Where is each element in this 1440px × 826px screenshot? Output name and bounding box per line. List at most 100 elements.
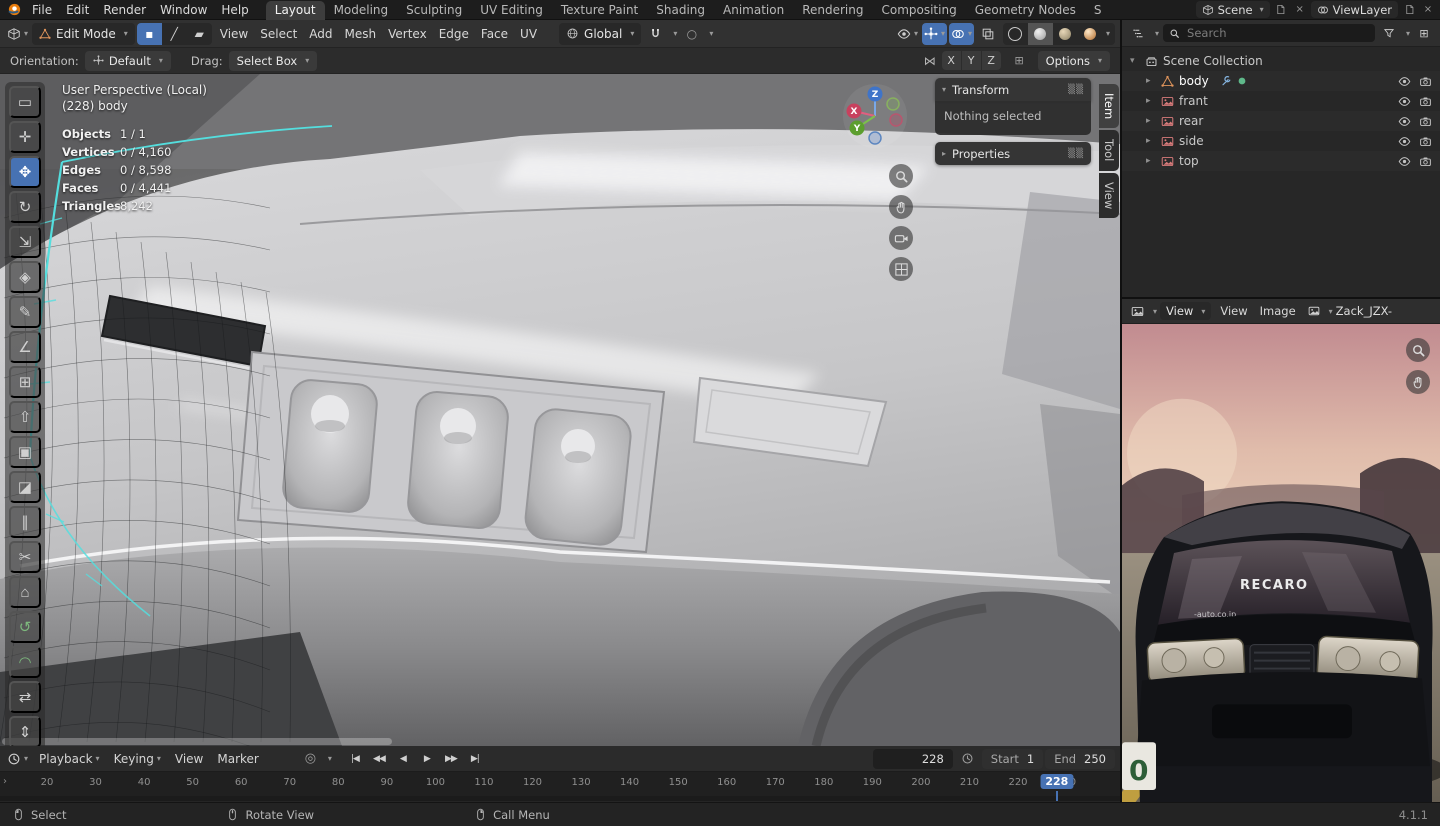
ortho-toggle-button[interactable] bbox=[889, 257, 913, 281]
auto-keyframe-button[interactable]: ◎ bbox=[298, 748, 323, 770]
image-editor-menu-item[interactable]: View bbox=[1214, 299, 1253, 323]
inset-faces-tool[interactable]: ▣ bbox=[9, 436, 41, 468]
prev-keyframe-button[interactable]: ◀◀ bbox=[368, 749, 390, 769]
play-reverse-button[interactable]: ◀ bbox=[392, 749, 414, 769]
timeline-editor-type-button[interactable]: ▾ bbox=[5, 748, 30, 770]
drag-dropdown[interactable]: Select Box ▾ bbox=[228, 50, 318, 71]
snap-symmetry-button[interactable]: ⊞ bbox=[1007, 50, 1032, 72]
annotate-tool[interactable]: ✎ bbox=[9, 296, 41, 328]
topbar-menu-item[interactable]: File bbox=[25, 0, 59, 20]
outliner-object-row[interactable]: ▸ side bbox=[1122, 131, 1440, 151]
pan-button[interactable] bbox=[889, 195, 913, 219]
viewport-menu-item[interactable]: Mesh bbox=[339, 20, 383, 48]
workspace-tab[interactable]: Compositing bbox=[872, 1, 965, 20]
wireframe-shading-button[interactable] bbox=[1003, 23, 1028, 45]
shrink-fatten-tool[interactable]: ⇕ bbox=[9, 716, 41, 748]
outliner-object-row[interactable]: ▸ frant bbox=[1122, 91, 1440, 111]
viewport-menu-item[interactable]: Edge bbox=[433, 20, 475, 48]
workspace-tab[interactable]: S bbox=[1085, 1, 1111, 20]
hide-viewport-eye-icon[interactable] bbox=[1398, 115, 1411, 128]
viewport-menu-item[interactable]: Face bbox=[475, 20, 514, 48]
workspace-tab[interactable]: Geometry Nodes bbox=[966, 1, 1085, 20]
use-preview-range-button[interactable] bbox=[955, 748, 980, 770]
workspace-tab[interactable]: Texture Paint bbox=[552, 1, 647, 20]
show-overlays-button[interactable]: ▾ bbox=[948, 22, 974, 45]
move-tool[interactable]: ✥ bbox=[9, 156, 41, 188]
timeline-menu-item[interactable]: Keying ▾ bbox=[107, 746, 168, 772]
new-collection-button[interactable]: ⊞ bbox=[1414, 22, 1434, 44]
vertex-select-button[interactable]: ▪ bbox=[136, 22, 162, 45]
reference-image-view[interactable]: RECARO -auto.co.jp 0 bbox=[1122, 324, 1440, 804]
disable-render-camera-icon[interactable] bbox=[1419, 135, 1432, 148]
playhead-line[interactable] bbox=[1055, 791, 1058, 801]
cursor-tool[interactable]: ✛ bbox=[9, 121, 41, 153]
outliner-object-row[interactable]: ▸ body bbox=[1122, 71, 1440, 91]
blender-logo-icon[interactable] bbox=[7, 2, 22, 17]
scale-tool[interactable]: ⇲ bbox=[9, 226, 41, 258]
gizmo-minus-x[interactable] bbox=[889, 113, 903, 127]
topbar-menu-item[interactable]: Window bbox=[153, 0, 214, 20]
editor-type-button[interactable]: ▾ bbox=[5, 23, 30, 45]
bevel-tool[interactable]: ◪ bbox=[9, 471, 41, 503]
search-input[interactable] bbox=[1185, 25, 1369, 41]
shading-options-caret[interactable]: ▾ bbox=[1106, 29, 1115, 38]
disable-render-camera-icon[interactable] bbox=[1419, 75, 1432, 88]
viewport-menu-item[interactable]: Add bbox=[303, 20, 338, 48]
extrude-region-tool[interactable]: ⇧ bbox=[9, 401, 41, 433]
rotate-tool[interactable]: ↻ bbox=[9, 191, 41, 223]
scene-collection-row[interactable]: ▾ Scene Collection bbox=[1122, 51, 1440, 71]
image-zoom-button[interactable] bbox=[1406, 338, 1430, 362]
outliner-object-row[interactable]: ▸ top bbox=[1122, 151, 1440, 171]
viewlayer-selector[interactable]: ViewLayer bbox=[1310, 1, 1398, 18]
timeline-menu-item[interactable]: Playback ▾ bbox=[32, 746, 107, 772]
hide-viewport-eye-icon[interactable] bbox=[1398, 95, 1411, 108]
workspace-tab[interactable]: Sculpting bbox=[397, 1, 471, 20]
new-scene-button[interactable] bbox=[1273, 2, 1289, 18]
material-shading-button[interactable] bbox=[1053, 23, 1078, 45]
properties-panel-header[interactable]: ▸ Properties ▒▒ bbox=[935, 142, 1091, 165]
snap-toggle-button[interactable] bbox=[643, 23, 668, 45]
n-panel-tab[interactable]: Tool bbox=[1099, 130, 1119, 171]
disable-render-camera-icon[interactable] bbox=[1419, 155, 1432, 168]
gizmo-x-axis[interactable]: X bbox=[851, 107, 858, 117]
panel-grip-icon[interactable]: ▒▒ bbox=[1068, 149, 1084, 159]
transform-orientation-dropdown[interactable]: Global ▾ bbox=[559, 22, 642, 45]
play-button[interactable]: ▶ bbox=[416, 749, 438, 769]
object-visibility-button[interactable]: ▾ bbox=[895, 23, 920, 45]
image-datablock-icon[interactable] bbox=[1305, 300, 1323, 322]
start-frame-field[interactable]: Start 1 bbox=[981, 748, 1044, 769]
jump-end-button[interactable]: ▶| bbox=[464, 749, 486, 769]
disable-render-camera-icon[interactable] bbox=[1419, 95, 1432, 108]
topbar-menu-item[interactable]: Render bbox=[96, 0, 153, 20]
timeline-expand-arrow[interactable]: › bbox=[3, 776, 7, 787]
workspace-tab[interactable]: Modeling bbox=[325, 1, 398, 20]
hide-viewport-eye-icon[interactable] bbox=[1398, 135, 1411, 148]
end-frame-field[interactable]: End 250 bbox=[1045, 748, 1115, 769]
viewport-menu-item[interactable]: View bbox=[214, 20, 254, 48]
hide-viewport-eye-icon[interactable] bbox=[1398, 155, 1411, 168]
new-viewlayer-button[interactable] bbox=[1401, 2, 1417, 18]
viewport-menu-item[interactable]: UV bbox=[514, 20, 543, 48]
poly-build-tool[interactable]: ⌂ bbox=[9, 576, 41, 608]
face-select-button[interactable]: ▰ bbox=[187, 23, 212, 45]
gizmo-z-axis[interactable]: Z bbox=[872, 90, 879, 100]
outliner-search[interactable] bbox=[1163, 24, 1375, 42]
xray-toggle-button[interactable] bbox=[976, 23, 1001, 45]
workspace-tab[interactable]: UV Editing bbox=[471, 1, 552, 20]
next-keyframe-button[interactable]: ▶▶ bbox=[440, 749, 462, 769]
orientation-dropdown[interactable]: Default ▾ bbox=[84, 50, 171, 71]
transform-panel-header[interactable]: ▾ Transform ▒▒ bbox=[935, 78, 1091, 101]
outliner-object-row[interactable]: ▸ rear bbox=[1122, 111, 1440, 131]
image-editor-menu-item[interactable]: Image bbox=[1254, 299, 1302, 323]
proportional-options-caret[interactable]: ▾ bbox=[709, 29, 713, 38]
outliner-editor-type-button[interactable] bbox=[1128, 22, 1148, 44]
mirror-axis-toggle[interactable]: Z bbox=[981, 51, 1001, 70]
zoom-button[interactable] bbox=[889, 164, 913, 188]
scene-selector[interactable]: Scene ▾ bbox=[1195, 1, 1270, 18]
disable-render-camera-icon[interactable] bbox=[1419, 115, 1432, 128]
workspace-tab[interactable]: Shading bbox=[647, 1, 714, 20]
rendered-shading-button[interactable] bbox=[1078, 23, 1103, 45]
snap-options-caret[interactable]: ▾ bbox=[673, 29, 677, 38]
navigation-gizmo[interactable]: Z X Y bbox=[841, 82, 909, 150]
keying-options-caret[interactable]: ▾ bbox=[328, 754, 332, 763]
